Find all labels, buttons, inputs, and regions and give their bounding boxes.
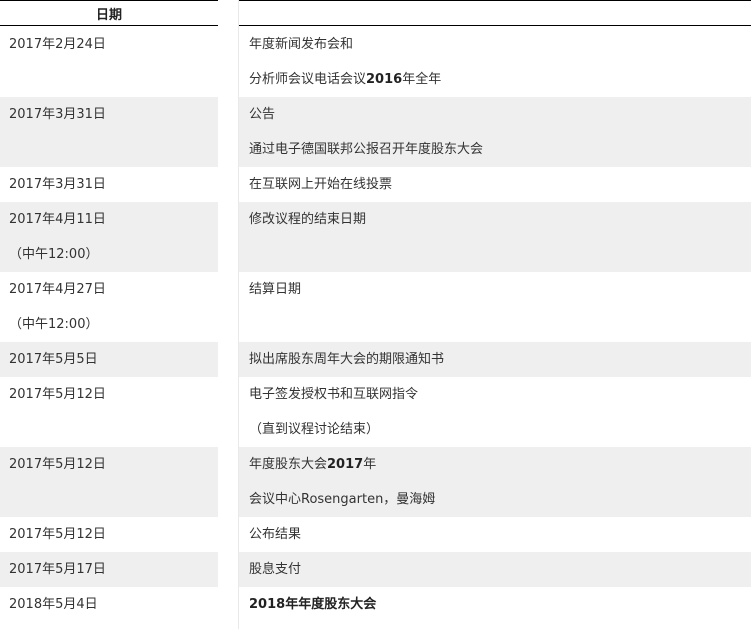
date-text: 2017年5月17日 [9, 562, 106, 577]
event-text: 会议中心Rosengarten，曼海姆 [249, 492, 436, 507]
event-text: 公布结果 [249, 527, 302, 542]
event-text: 年 [363, 457, 377, 472]
table-row: 2017年4月27日 （中午12:00） 结算日期 [0, 272, 751, 342]
schedule-table: 日期 2017年2月24日 年度新闻发布会和 分析师会议电话会议2016年全年 201… [0, 0, 751, 612]
table-row: 2017年5月12日 电子签发授权书和互联网指令 （直到议程讨论结束） [0, 377, 751, 447]
event-text: 年年度股东大会 [285, 597, 377, 612]
event-line: 修改议程的结束日期 [249, 212, 366, 228]
date-cell: 2018年5月4日 [0, 587, 218, 622]
event-cell: 在互联网上开始在线投票 [239, 167, 751, 202]
event-text: 2018 [249, 597, 286, 612]
date-cell: 2017年5月12日 [0, 517, 218, 552]
date-cell: 2017年5月12日 [0, 377, 218, 447]
event-line: 2018年年度股东大会 [249, 597, 376, 613]
event-text: 拟出席股东周年大会的期限通知书 [249, 352, 445, 367]
event-line: 拟出席股东周年大会的期限通知书 [249, 352, 444, 368]
event-line: 会议中心Rosengarten，曼海姆 [249, 492, 435, 508]
event-text: 在互联网上开始在线投票 [249, 177, 393, 192]
date-text: 2017年3月31日 [9, 177, 106, 192]
event-line: 股息支付 [249, 562, 301, 578]
event-text: （直到议程讨论结束） [249, 422, 380, 437]
event-line: 电子签发授权书和互联网指令 [249, 387, 418, 403]
date-text: 2017年5月5日 [9, 352, 98, 367]
event-text: 年全年 [402, 72, 442, 87]
event-cell: 公告通过电子德国联邦公报召开年度股东大会 [239, 97, 751, 167]
date-cell: 2017年3月31日 [0, 97, 218, 167]
event-text: 股息支付 [249, 562, 302, 577]
table-row: 2017年5月5日 拟出席股东周年大会的期限通知书 [0, 342, 751, 377]
event-text: 通过电子德国联邦公报召开年度股东大会 [249, 142, 484, 157]
table-row: 2017年3月31日 公告通过电子德国联邦公报召开年度股东大会 [0, 97, 751, 167]
date-text: （中午12:00） [9, 317, 99, 332]
event-text: 分析师会议电话会议 [249, 72, 367, 87]
date-text: 2017年5月12日 [9, 457, 106, 472]
table-row: 2017年2月24日 年度新闻发布会和 分析师会议电话会议2016年全年 [0, 27, 751, 97]
date-text: 2017年4月27日 [9, 282, 106, 297]
column-divider [238, 0, 239, 629]
event-cell: 拟出席股东周年大会的期限通知书 [239, 342, 751, 377]
header-event-cell [239, 0, 751, 26]
event-cell: 年度新闻发布会和 分析师会议电话会议2016年全年 [239, 27, 751, 97]
date-cell: 2017年5月12日 [0, 447, 218, 517]
date-cell: 2017年3月31日 [0, 167, 218, 202]
event-line: 在互联网上开始在线投票 [249, 177, 392, 193]
event-text: 2016 [366, 72, 403, 87]
table-row: 2017年3月31日 在互联网上开始在线投票 [0, 167, 751, 202]
event-line: （直到议程讨论结束） [249, 422, 379, 438]
header-date-label: 日期 [95, 8, 122, 23]
date-text: 2017年3月31日 [9, 107, 106, 122]
event-text: 年度股东大会 [249, 457, 328, 472]
date-text: 2017年5月12日 [9, 527, 106, 542]
date-cell: 2017年5月5日 [0, 342, 218, 377]
event-line: 公布结果 [249, 527, 301, 543]
event-cell: 结算日期 [239, 272, 751, 342]
event-text: 修改议程的结束日期 [249, 212, 367, 227]
event-line: 结算日期 [249, 282, 301, 298]
table-row: 2017年4月11日 （中午12:00） 修改议程的结束日期 [0, 202, 751, 272]
table-header: 日期 [0, 0, 751, 27]
event-text: 2017 [327, 457, 364, 472]
date-text: （中午12:00） [9, 247, 99, 262]
table-row: 2017年5月12日 公布结果 [0, 517, 751, 552]
event-cell: 年度股东大会2017年会议中心Rosengarten，曼海姆 [239, 447, 751, 517]
table-row: 2017年5月12日 年度股东大会2017年会议中心Rosengarten，曼海姆 [0, 447, 751, 517]
date-cell: 2017年4月27日 （中午12:00） [0, 272, 218, 342]
event-line: 公告 [249, 107, 275, 123]
event-cell: 股息支付 [239, 552, 751, 587]
date-text: 2017年4月11日 [9, 212, 106, 227]
event-line: 年度新闻发布会和 [249, 37, 353, 53]
date-text: 2017年5月12日 [9, 387, 106, 402]
date-cell: 2017年4月11日 （中午12:00） [0, 202, 218, 272]
event-text: 结算日期 [249, 282, 302, 297]
table-body: 2017年2月24日 年度新闻发布会和 分析师会议电话会议2016年全年 2017年3… [0, 27, 751, 622]
event-line: 通过电子德国联邦公报召开年度股东大会 [249, 142, 483, 158]
event-cell: 修改议程的结束日期 [239, 202, 751, 272]
event-text: 公告 [249, 107, 276, 122]
date-text: 2018年5月4日 [9, 597, 98, 612]
event-text: 电子签发授权书和互联网指令 [249, 387, 419, 402]
date-cell: 2017年5月17日 [0, 552, 218, 587]
date-cell: 2017年2月24日 [0, 27, 218, 97]
event-cell: 2018年年度股东大会 [239, 587, 751, 622]
event-line: 年度股东大会2017年 [249, 457, 376, 473]
event-text: 年度新闻发布会和 [249, 37, 354, 52]
date-text: 2017年2月24日 [9, 37, 106, 52]
event-cell: 公布结果 [239, 517, 751, 552]
event-line: 分析师会议电话会议2016年全年 [249, 72, 441, 88]
event-cell: 电子签发授权书和互联网指令 （直到议程讨论结束） [239, 377, 751, 447]
table-row: 2018年5月4日 2018年年度股东大会 [0, 587, 751, 622]
table-row: 2017年5月17日 股息支付 [0, 552, 751, 587]
